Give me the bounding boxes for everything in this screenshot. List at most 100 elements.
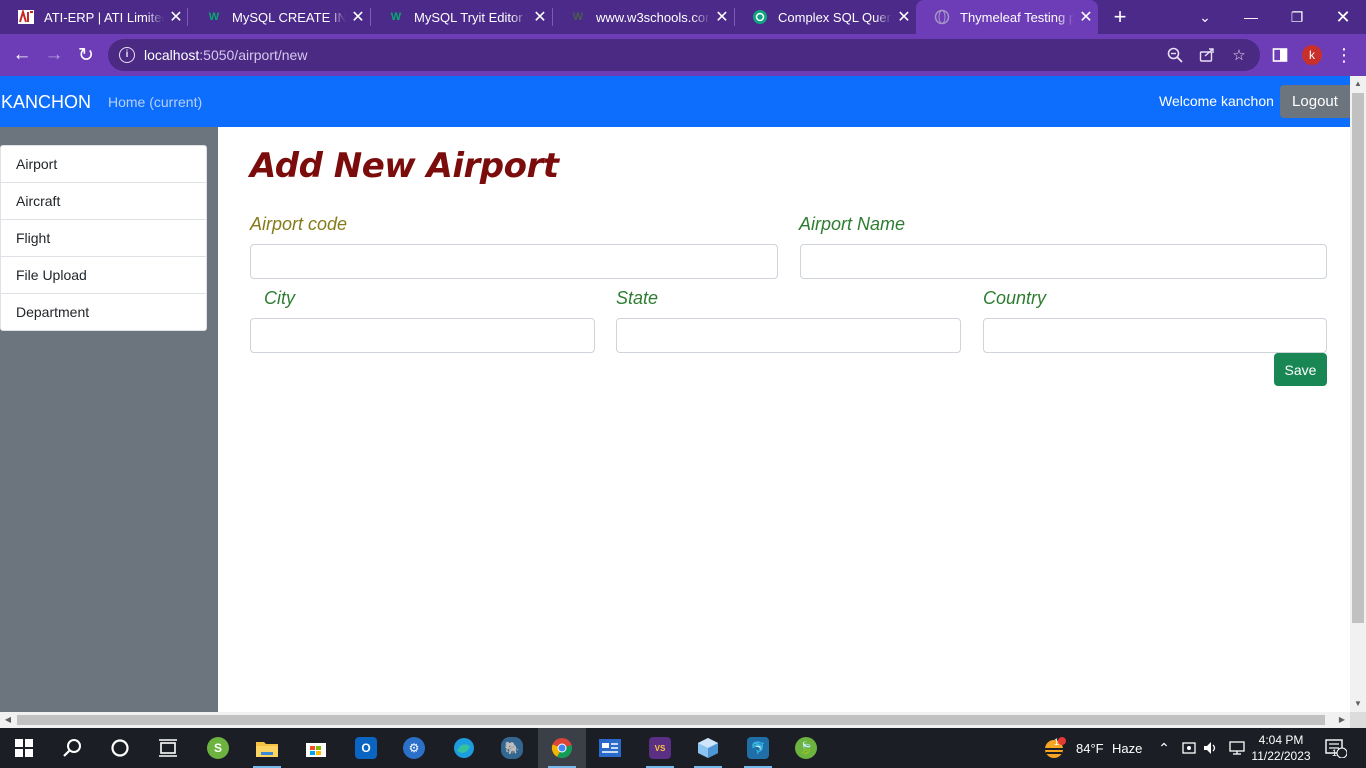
share-icon[interactable] <box>1192 39 1222 71</box>
country-input[interactable] <box>983 318 1327 353</box>
browser-toolbar: ← → ↻ i localhost:5050/airport/new ☆ k ⋮ <box>0 34 1366 76</box>
scroll-right-arrow-icon[interactable]: ▶ <box>1334 712 1350 728</box>
show-hidden-icons-chevron-icon[interactable]: ⌃ <box>1152 728 1176 768</box>
scroll-up-arrow-icon[interactable]: ▲ <box>1350 76 1366 92</box>
restore-icon[interactable]: ❐ <box>1274 0 1320 34</box>
close-tab-icon[interactable]: ✕ <box>164 7 188 27</box>
clock-time: 4:04 PM <box>1258 733 1304 747</box>
tab-title: Complex SQL Query E <box>778 9 892 25</box>
close-tab-icon[interactable]: ✕ <box>528 7 552 27</box>
browser-tab-6-active[interactable]: Thymeleaf Testing pro ✕ <box>916 0 1098 34</box>
system-clock[interactable]: 4:04 PM 11/22/2023 <box>1250 732 1312 764</box>
airport-name-label: Airport Name <box>799 214 906 234</box>
zoom-icon[interactable] <box>1160 39 1190 71</box>
microsoft-store-icon[interactable] <box>292 728 340 768</box>
sidebar-item-file-upload[interactable]: File Upload <box>0 256 207 294</box>
forward-arrow-icon[interactable]: → <box>40 41 68 69</box>
w3schools-icon: W <box>390 11 402 23</box>
main-content: Add New Airport Airport code Airport Nam… <box>218 127 1350 712</box>
scrollbar-corner <box>1350 712 1366 728</box>
w3schools-icon: W <box>572 11 584 23</box>
sidebar-item-flight[interactable]: Flight <box>0 219 207 257</box>
navbar-brand[interactable]: KANCHON <box>1 92 91 113</box>
city-label: City <box>264 288 295 308</box>
back-arrow-icon[interactable]: ← <box>8 41 36 69</box>
sidebar-item-aircraft[interactable]: Aircraft <box>0 182 207 220</box>
airport-code-input[interactable] <box>250 244 778 279</box>
horizontal-scrollbar[interactable]: ◀ ▶ <box>0 712 1350 728</box>
outlook-icon[interactable]: O <box>342 728 390 768</box>
web-page: KANCHON Home (current) Welcome kanchon L… <box>0 76 1350 712</box>
tab-title: MySQL Tryit Editor v1. <box>414 9 528 25</box>
side-panel-icon[interactable] <box>1266 41 1294 69</box>
sidebar-item-department[interactable]: Department <box>0 293 207 331</box>
chatgpt-icon <box>752 9 768 25</box>
task-view-icon[interactable] <box>144 728 192 768</box>
vertical-scrollbar[interactable]: ▲ ▼ <box>1350 76 1366 712</box>
news-app-icon[interactable] <box>586 728 634 768</box>
address-bar[interactable]: i localhost:5050/airport/new ☆ <box>108 39 1260 71</box>
close-tab-icon[interactable]: ✕ <box>346 7 370 27</box>
profile-avatar[interactable]: k <box>1302 45 1322 65</box>
weather-temp[interactable]: 84°F <box>1076 741 1104 756</box>
tab-title: MySQL CREATE INDEX <box>232 9 346 25</box>
start-icon[interactable] <box>0 728 48 768</box>
ati-logo-icon <box>18 9 34 25</box>
vertical-scroll-thumb[interactable] <box>1352 93 1364 623</box>
browser-tab-2[interactable]: W MySQL CREATE INDEX ✕ <box>188 0 370 34</box>
settings-app-icon[interactable]: ⚙ <box>390 728 438 768</box>
scroll-down-arrow-icon[interactable]: ▼ <box>1350 696 1366 712</box>
logout-button[interactable]: Logout <box>1280 85 1350 118</box>
meet-now-icon[interactable] <box>1177 728 1201 768</box>
volume-icon[interactable] <box>1199 728 1223 768</box>
reload-icon[interactable]: ↻ <box>72 41 100 69</box>
close-tab-icon[interactable]: ✕ <box>892 7 916 27</box>
browser-tab-strip: ATI-ERP | ATI Limited ✕ W MySQL CREATE I… <box>0 0 1366 34</box>
spring-tool-suite-icon[interactable]: S <box>194 728 242 768</box>
cortana-icon[interactable] <box>96 728 144 768</box>
url-path: :5050/airport/new <box>199 47 308 63</box>
globe-icon <box>934 9 950 25</box>
weather-badge: 1 <box>1054 737 1060 747</box>
airport-name-input[interactable] <box>800 244 1327 279</box>
city-input[interactable] <box>250 318 595 353</box>
browser-tab-1[interactable]: ATI-ERP | ATI Limited ✕ <box>0 0 188 34</box>
spring-icon[interactable]: 🍃 <box>782 728 830 768</box>
tab-title: www.w3schools.com <box>596 9 710 25</box>
file-explorer-icon[interactable] <box>243 728 291 768</box>
browser-tab-5[interactable]: Complex SQL Query E ✕ <box>734 0 916 34</box>
game-app-icon[interactable]: VS <box>636 728 684 768</box>
minimize-icon[interactable]: — <box>1228 0 1274 34</box>
tab-title: ATI-ERP | ATI Limited <box>44 9 164 25</box>
browser-menu-icon[interactable]: ⋮ <box>1330 41 1358 69</box>
country-label: Country <box>983 288 1047 308</box>
site-info-icon[interactable]: i <box>119 47 135 63</box>
mysql-workbench-icon[interactable]: 🐬 <box>734 728 782 768</box>
state-input[interactable] <box>616 318 961 353</box>
edge-icon[interactable] <box>440 728 488 768</box>
tab-search-chevron-icon[interactable]: ⌄ <box>1182 0 1228 34</box>
save-button[interactable]: Save <box>1274 353 1327 386</box>
3d-box-icon[interactable] <box>684 728 732 768</box>
w3schools-icon: W <box>208 11 220 23</box>
new-tab-plus-icon[interactable]: + <box>1108 4 1132 30</box>
close-tab-icon[interactable]: ✕ <box>710 7 734 27</box>
sidebar-item-airport[interactable]: Airport <box>0 145 207 183</box>
nav-link-home[interactable]: Home (current) <box>108 94 202 110</box>
close-tab-icon[interactable]: ✕ <box>1074 7 1098 27</box>
window-close-icon[interactable]: ✕ <box>1320 0 1366 34</box>
postgresql-icon[interactable]: 🐘 <box>488 728 536 768</box>
state-label: State <box>616 288 659 308</box>
browser-tab-3[interactable]: W MySQL Tryit Editor v1. ✕ <box>370 0 552 34</box>
browser-tab-4[interactable]: W www.w3schools.com ✕ <box>552 0 734 34</box>
airport-code-label: Airport code <box>250 214 348 234</box>
horizontal-scroll-thumb[interactable] <box>17 715 1325 725</box>
weather-condition[interactable]: Haze <box>1112 741 1142 756</box>
network-icon[interactable] <box>1225 728 1249 768</box>
scroll-left-arrow-icon[interactable]: ◀ <box>0 712 16 728</box>
chrome-icon[interactable] <box>538 728 586 768</box>
tab-title: Thymeleaf Testing pro <box>960 9 1074 25</box>
weather-icon[interactable] <box>1034 728 1074 768</box>
bookmark-star-icon[interactable]: ☆ <box>1224 39 1254 71</box>
search-icon[interactable] <box>48 728 96 768</box>
